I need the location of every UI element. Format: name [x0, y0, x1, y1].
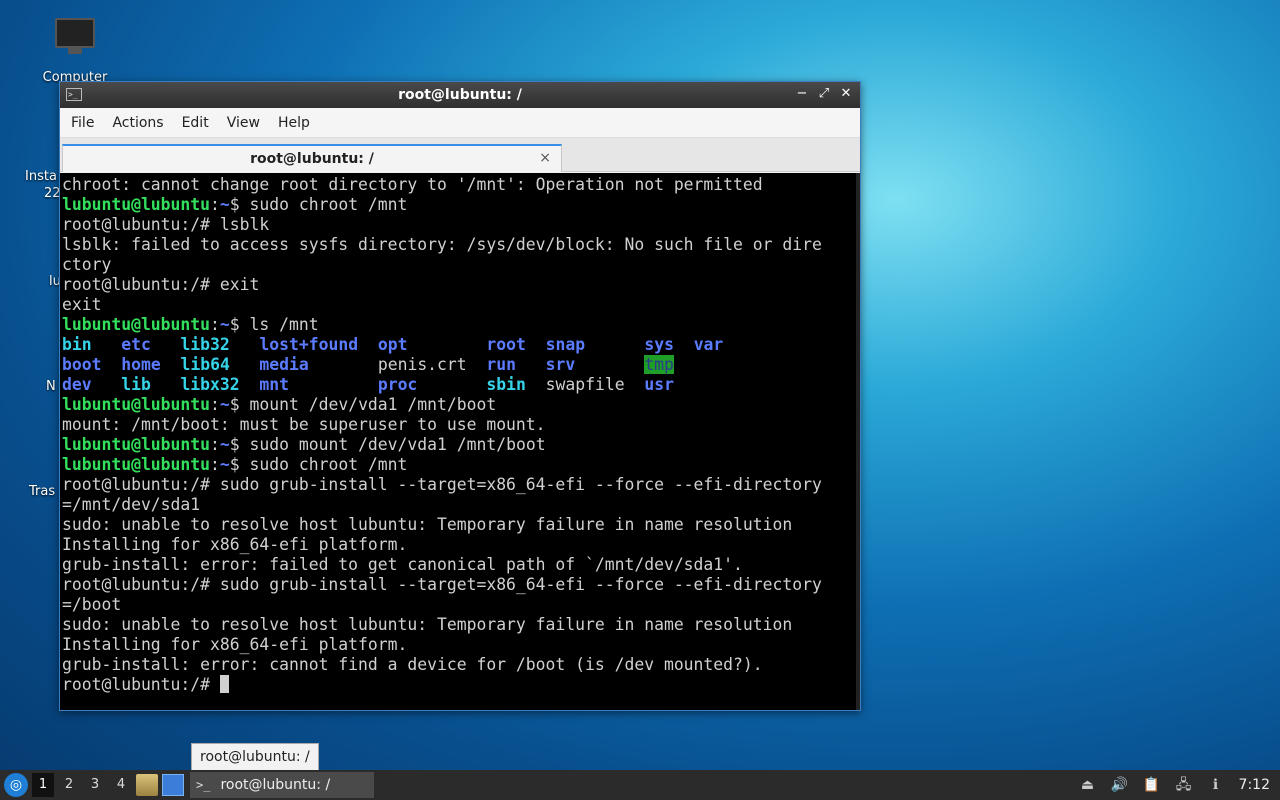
workspace-3[interactable]: 3 [84, 773, 106, 797]
minimize-button[interactable]: − [794, 85, 810, 103]
terminal-line: mount: /mnt/boot: must be superuser to u… [62, 415, 546, 434]
task-label: root@lubuntu: / [220, 777, 331, 793]
terminal-line: grub-install: error: failed to get canon… [62, 555, 743, 574]
desktop-icon-install-label[interactable]: Insta [25, 169, 57, 184]
terminal-line: grub-install: error: cannot find a devic… [62, 655, 763, 674]
eject-icon[interactable]: ⏏ [1079, 776, 1097, 794]
window-titlebar[interactable]: >_ root@lubuntu: / − ⤢ ✕ [60, 82, 860, 108]
taskbar-task-terminal[interactable]: >_ root@lubuntu: / [190, 772, 374, 798]
terminal-line: Installing for x86_64-efi platform. [62, 535, 408, 554]
terminal-line: root@lubuntu:/# [62, 675, 860, 695]
terminal-line: Installing for x86_64-efi platform. [62, 635, 408, 654]
taskbar: ◎ 1 2 3 4 >_ root@lubuntu: / ⏏ 🔊 📋 🖧 ℹ 7… [0, 770, 1280, 800]
clock[interactable]: 7:12 [1239, 777, 1270, 793]
desktop-icon-computer[interactable]: Computer [30, 16, 120, 85]
menubar: File Actions Edit View Help [60, 108, 860, 138]
close-button[interactable]: ✕ [838, 85, 854, 103]
terminal-app-icon: >_ [66, 88, 82, 101]
network-icon[interactable]: 🖧 [1175, 776, 1193, 794]
desktop-icon-network-label[interactable]: N [46, 379, 56, 394]
terminal-line: dev lib libx32 mnt proc sbin swapfile us… [62, 375, 674, 394]
terminal-scrollbar[interactable] [856, 173, 860, 710]
terminal-line: root@lubuntu:/# sudo grub-install --targ… [62, 575, 822, 594]
tab-label: root@lubuntu: / [250, 151, 374, 167]
system-tray: ⏏ 🔊 📋 🖧 ℹ 7:12 [1079, 770, 1280, 800]
terminal-line: root@lubuntu:/# lsblk [62, 215, 270, 234]
window-title: root@lubuntu: / [398, 87, 522, 103]
terminal-line: sudo: unable to resolve host lubuntu: Te… [62, 515, 793, 534]
terminal-line: ctory [62, 255, 112, 274]
notification-icon[interactable]: ℹ [1207, 776, 1225, 794]
terminal-line: lubuntu@lubuntu:~$ sudo mount /dev/vda1 … [62, 435, 546, 454]
terminal-line: lubuntu@lubuntu:~$ sudo chroot /mnt [62, 195, 408, 214]
menu-actions[interactable]: Actions [105, 115, 170, 131]
tab-terminal[interactable]: root@lubuntu: / × [62, 144, 562, 172]
menu-view[interactable]: View [220, 115, 267, 131]
tab-bar: root@lubuntu: / × [60, 138, 860, 172]
show-desktop-icon[interactable] [162, 774, 184, 796]
tab-close-icon[interactable]: × [539, 150, 551, 166]
terminal-icon: >_ [196, 778, 211, 792]
menu-file[interactable]: File [64, 115, 101, 131]
terminal-line: chroot: cannot change root directory to … [62, 175, 763, 194]
terminal-line: lubuntu@lubuntu:~$ sudo chroot /mnt [62, 455, 408, 474]
terminal-output[interactable]: chroot: cannot change root directory to … [60, 173, 860, 710]
computer-icon [55, 18, 95, 48]
terminal-line: lsblk: failed to access sysfs directory:… [62, 235, 822, 254]
menu-help[interactable]: Help [271, 115, 317, 131]
maximize-button[interactable]: ⤢ [816, 85, 832, 103]
desktop-icon-trash-label[interactable]: Tras [29, 484, 55, 499]
start-menu-button[interactable]: ◎ [4, 773, 28, 797]
terminal-line: boot home lib64 media penis.crt run srv … [62, 355, 674, 374]
terminal-window[interactable]: >_ root@lubuntu: / − ⤢ ✕ File Actions Ed… [59, 81, 861, 711]
clipboard-icon[interactable]: 📋 [1143, 776, 1161, 794]
workspace-1[interactable]: 1 [32, 773, 54, 797]
terminal-line: sudo: unable to resolve host lubuntu: Te… [62, 615, 793, 634]
workspace-2[interactable]: 2 [58, 773, 80, 797]
terminal-line: =/mnt/dev/sda1 [62, 495, 201, 514]
taskbar-tooltip: root@lubuntu: / [191, 743, 319, 771]
terminal-line: root@lubuntu:/# sudo grub-install --targ… [62, 475, 822, 494]
terminal-line: =/boot [62, 595, 122, 614]
lubuntu-logo-icon: ◎ [9, 777, 23, 793]
workspace-4[interactable]: 4 [110, 773, 132, 797]
terminal-line: lubuntu@lubuntu:~$ mount /dev/vda1 /mnt/… [62, 395, 497, 414]
terminal-line: lubuntu@lubuntu:~$ ls /mnt [62, 315, 319, 334]
menu-edit[interactable]: Edit [175, 115, 216, 131]
volume-icon[interactable]: 🔊 [1111, 776, 1129, 794]
terminal-cursor [219, 675, 229, 693]
terminal-line: root@lubuntu:/# exit [62, 275, 260, 294]
terminal-line: bin etc lib32 lost+found opt root snap s… [62, 335, 724, 354]
terminal-line: exit [62, 295, 102, 314]
file-manager-icon[interactable] [136, 774, 158, 796]
